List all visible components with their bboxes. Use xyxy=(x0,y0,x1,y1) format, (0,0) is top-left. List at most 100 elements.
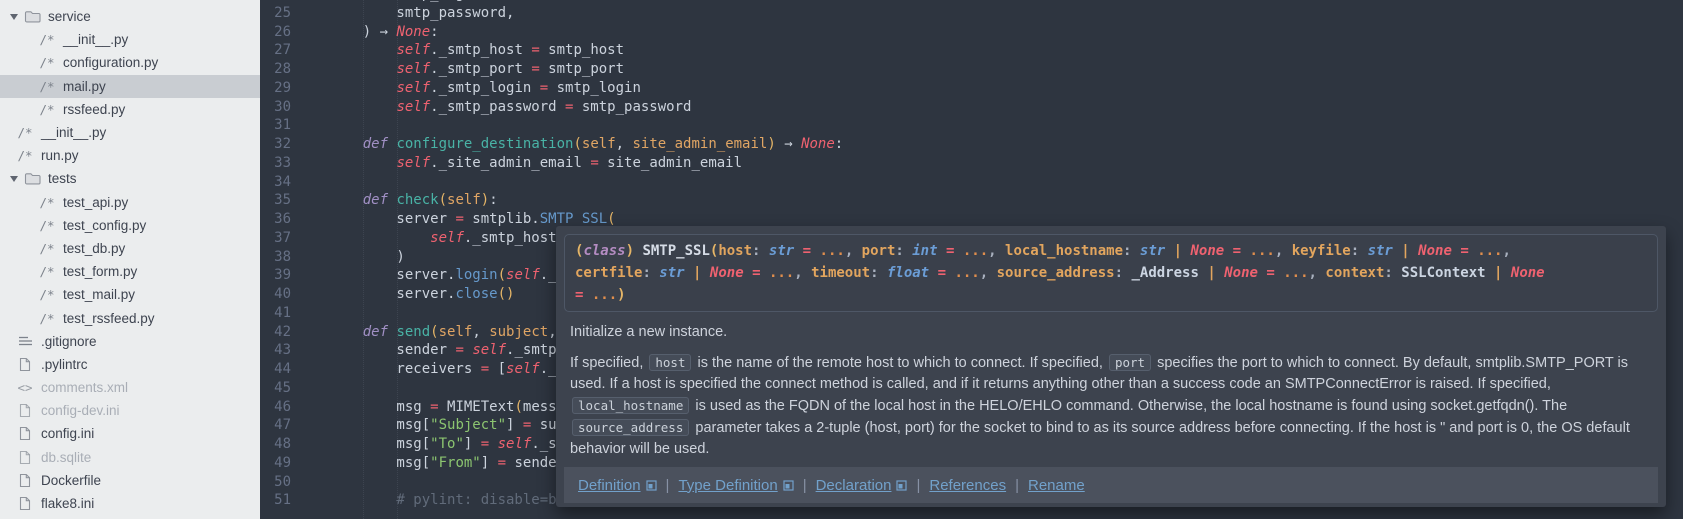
tree-item-label: config-dev.ini xyxy=(41,403,120,418)
code-line-content: self._smtp_port = smtp_port xyxy=(329,61,624,77)
tree-file--pylintrc[interactable]: .pylintrc xyxy=(0,353,260,376)
tree-file-test-config-py[interactable]: /*test_config.py xyxy=(0,214,260,237)
references-link[interactable]: References xyxy=(929,477,1006,494)
tree-folder-service[interactable]: service xyxy=(0,5,260,28)
code-line-content: msg["Subject"] = sub xyxy=(329,417,565,433)
line-number: 49 xyxy=(260,454,291,473)
code-line-content: def send(self, subject, xyxy=(329,324,565,340)
file-icon xyxy=(16,403,34,418)
code-line-26[interactable]: 26 ) → None: xyxy=(260,23,1683,42)
tree-item-label: flake8.ini xyxy=(41,496,94,511)
code-line-30[interactable]: 30 self._smtp_password = smtp_password xyxy=(260,98,1683,117)
line-number: 51 xyxy=(260,491,291,510)
line-number: 33 xyxy=(260,154,291,173)
line-number: 31 xyxy=(260,116,291,135)
tree-file-dockerfile[interactable]: Dockerfile xyxy=(0,469,260,492)
code-line-content: msg = MIMEText(messa xyxy=(329,399,565,415)
code-line-31[interactable]: 31 xyxy=(260,116,1683,135)
tree-item-label: test_mail.py xyxy=(63,287,135,302)
file-icon xyxy=(16,426,34,441)
code-line-content: msg["To"] = self._si xyxy=(329,436,565,452)
tree-file-db-sqlite[interactable]: db.sqlite xyxy=(0,446,260,469)
tree-folder-tests[interactable]: tests xyxy=(0,167,260,190)
code-line-33[interactable]: 33 self._site_admin_email = site_admin_e… xyxy=(260,154,1683,173)
code-line-27[interactable]: 27 self._smtp_host = smtp_host xyxy=(260,41,1683,60)
python-file-icon: /* xyxy=(38,32,56,47)
tree-file-rssfeed-py[interactable]: /*rssfeed.py xyxy=(0,98,260,121)
chevron-expanded-icon[interactable] xyxy=(10,176,18,182)
definition-link[interactable]: Definition xyxy=(578,477,657,494)
tree-file-test-mail-py[interactable]: /* test_mail.py xyxy=(0,283,260,306)
link-separator: | xyxy=(803,477,807,494)
tree-file-run-py[interactable]: /*run.py xyxy=(0,144,260,167)
code-line-25[interactable]: 25 smtp_password, xyxy=(260,4,1683,23)
docstring-paragraph: If specified, host is the name of the re… xyxy=(570,352,1652,460)
tree-file--init-py[interactable]: /*__init__.py xyxy=(0,121,260,144)
tree-file-configuration-py[interactable]: /*configuration.py xyxy=(0,51,260,74)
signature-line: certfile: str | None = ..., timeout: flo… xyxy=(575,262,1647,284)
line-number: 30 xyxy=(260,98,291,117)
code-line-34[interactable]: 34 xyxy=(260,173,1683,192)
inline-code-chip: source_address xyxy=(572,419,689,436)
tree-file--init-py[interactable]: /* __init__.py xyxy=(0,28,260,51)
file-icon xyxy=(16,357,34,372)
tree-item-label: service xyxy=(48,9,91,24)
tree-item-label: Dockerfile xyxy=(41,473,101,488)
code-line-content: self._smtp_login = smtp_login xyxy=(329,80,641,96)
open-in-window-icon xyxy=(783,480,794,491)
line-number: 26 xyxy=(260,23,291,42)
code-line-content: self._smtp_host = smtp_host xyxy=(329,42,624,58)
type-definition-link[interactable]: Type Definition xyxy=(678,477,793,494)
tree-file-test-form-py[interactable]: /*test_form.py xyxy=(0,260,260,283)
tree-file-test-db-py[interactable]: /*test_db.py xyxy=(0,237,260,260)
docstring-intro: Initialize a new instance. xyxy=(570,322,1652,343)
python-file-icon: /* xyxy=(38,195,56,210)
line-number: 44 xyxy=(260,360,291,379)
tree-file--gitignore[interactable]: .gitignore xyxy=(0,330,260,353)
tree-file-config-ini[interactable]: config.ini xyxy=(0,422,260,445)
code-line-content: server = smtplib.SMTP_SSL( xyxy=(329,211,616,227)
declaration-link[interactable]: Declaration xyxy=(816,477,908,494)
tree-item-label: test_form.py xyxy=(63,264,137,279)
tree-item-label: __init__.py xyxy=(41,125,106,140)
rename-link[interactable]: Rename xyxy=(1028,477,1085,494)
code-line-32[interactable]: 32 def configure_destination(self, site_… xyxy=(260,135,1683,154)
file-icon xyxy=(16,450,34,465)
line-number: 25 xyxy=(260,4,291,23)
chevron-expanded-icon[interactable] xyxy=(10,14,18,20)
tree-file-test-api-py[interactable]: /*test_api.py xyxy=(0,191,260,214)
line-number: 41 xyxy=(260,304,291,323)
tree-file-flake8-ini[interactable]: flake8.ini xyxy=(0,492,260,515)
code-line-35[interactable]: 35 def check(self): xyxy=(260,191,1683,210)
code-line-29[interactable]: 29 self._smtp_login = smtp_login xyxy=(260,79,1683,98)
line-number: 47 xyxy=(260,416,291,435)
line-number: 42 xyxy=(260,323,291,342)
python-file-icon: /* xyxy=(38,287,56,302)
code-line-content: self._smtp_password = smtp_password xyxy=(329,99,691,115)
tree-item-label: __init__.py xyxy=(63,32,128,47)
code-line-content: def check(self): xyxy=(329,192,498,208)
line-number: 48 xyxy=(260,435,291,454)
line-number: 32 xyxy=(260,135,291,154)
line-number: 29 xyxy=(260,79,291,98)
code-line-content: ) xyxy=(329,249,405,265)
tree-item-label: config.ini xyxy=(41,426,94,441)
tooltip-actions: Definition|Type Definition|Declaration|R… xyxy=(564,467,1658,503)
code-line-content: sender = self._smtp_ xyxy=(329,342,565,358)
code-line-content: ) → None: xyxy=(329,24,439,40)
folder-open-icon xyxy=(23,10,41,23)
tree-item-label: comments.xml xyxy=(41,380,128,395)
tree-file-mail-py[interactable]: /*mail.py xyxy=(0,75,260,98)
code-line-content: receivers = [self._s xyxy=(329,361,565,377)
tree-item-label: test_rssfeed.py xyxy=(63,311,155,326)
hover-tooltip: (class) SMTP_SSL(host: str = ..., port: … xyxy=(556,226,1666,507)
line-number: 50 xyxy=(260,473,291,492)
tree-item-label: configuration.py xyxy=(63,55,158,70)
tree-file-comments-xml[interactable]: <>comments.xml xyxy=(0,376,260,399)
line-number: 28 xyxy=(260,60,291,79)
line-number: 27 xyxy=(260,41,291,60)
tree-item-label: mail.py xyxy=(63,79,106,94)
code-line-28[interactable]: 28 self._smtp_port = smtp_port xyxy=(260,60,1683,79)
tree-file-test-rssfeed-py[interactable]: /*test_rssfeed.py xyxy=(0,306,260,329)
tree-file-config-dev-ini[interactable]: config-dev.ini xyxy=(0,399,260,422)
